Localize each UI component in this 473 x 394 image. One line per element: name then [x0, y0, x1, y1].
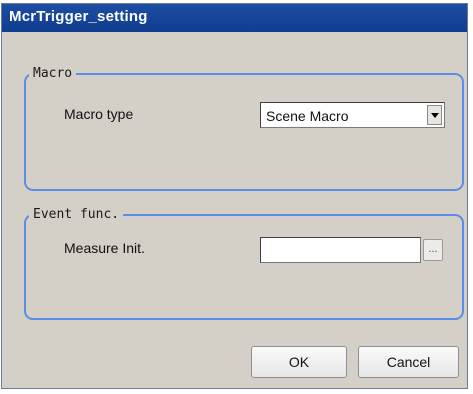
title-bar[interactable]: McrTrigger_setting [2, 4, 467, 32]
event-func-group: Event func. Measure Init. ... [24, 206, 464, 320]
event-func-group-legend: Event func. [29, 206, 124, 223]
measure-init-field[interactable] [260, 237, 421, 263]
macro-group: Macro Macro type Scene Macro [24, 65, 464, 191]
cancel-button[interactable]: Cancel [358, 346, 459, 378]
measure-init-browse-button[interactable]: ... [423, 239, 443, 261]
macro-type-label: Macro type [64, 106, 134, 122]
dropdown-arrow-button[interactable] [427, 105, 442, 125]
ok-button[interactable]: OK [251, 346, 347, 378]
macro-group-legend: Macro [29, 65, 77, 82]
macro-type-select[interactable]: Scene Macro [260, 102, 445, 128]
macro-type-value: Scene Macro [266, 108, 349, 124]
measure-init-label: Measure Init. [64, 240, 145, 256]
window-title: McrTrigger_setting [9, 8, 148, 25]
chevron-down-icon [431, 113, 439, 118]
mcr-trigger-setting-dialog: McrTrigger_setting Macro Macro type Scen… [1, 3, 468, 389]
